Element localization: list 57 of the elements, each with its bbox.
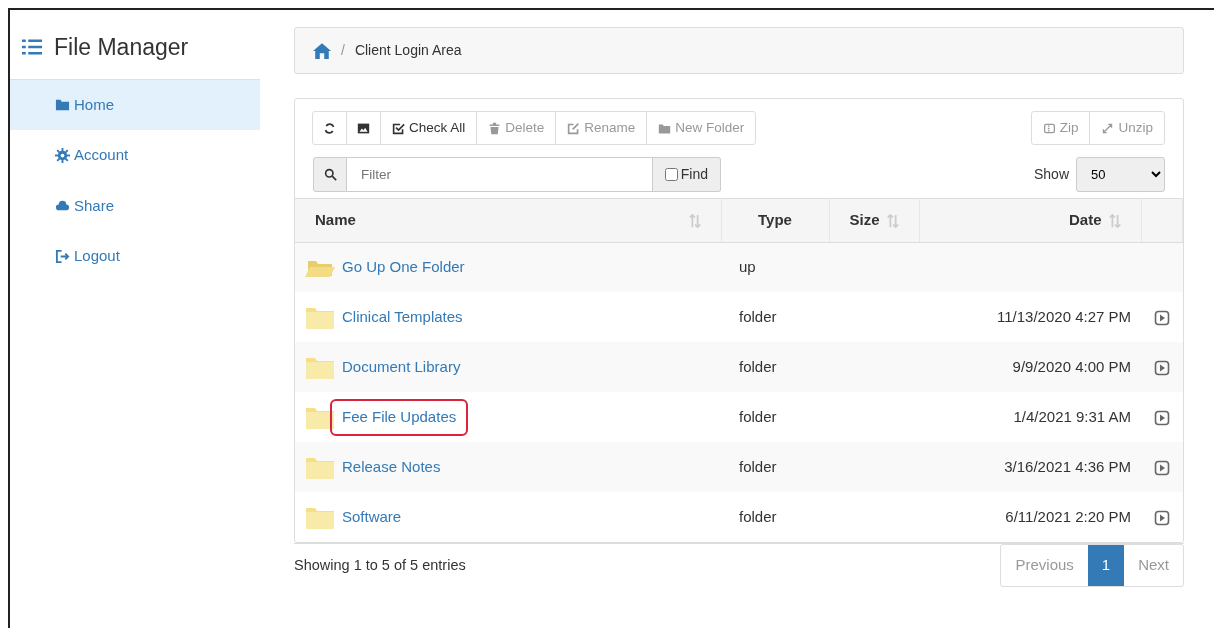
type-cell: folder: [739, 308, 777, 325]
column-header: Type: [758, 210, 792, 231]
toolbar-button[interactable]: Check All: [380, 111, 478, 146]
filter-field[interactable]: Filter: [347, 157, 653, 193]
image-button[interactable]: [346, 111, 381, 146]
folder-link[interactable]: Software: [330, 499, 414, 536]
type-cell: folder: [739, 508, 777, 525]
play-icon[interactable]: [1153, 460, 1170, 477]
menu-icon: [22, 37, 42, 58]
entries-info: Showing 1 to 5 of 5 entries: [294, 555, 466, 575]
refresh-icon: [323, 121, 336, 135]
type-cell: folder: [739, 358, 777, 375]
pagination-link[interactable]: 1: [1087, 545, 1125, 586]
date-cell: 3/16/2021 4:36 PM: [1004, 458, 1131, 475]
folder-icon: [658, 121, 672, 135]
type-cell: folder: [739, 458, 777, 475]
date-cell: 11/13/2020 4:27 PM: [997, 308, 1131, 325]
column-header: Size: [849, 210, 880, 231]
type-cell: up: [739, 258, 756, 276]
archive-icon: [1042, 121, 1056, 135]
logout-icon: [55, 248, 70, 264]
find-label: Find: [680, 165, 708, 185]
image-icon: [357, 121, 370, 135]
column-header: Name: [315, 210, 356, 231]
play-icon[interactable]: [1153, 510, 1170, 527]
play-icon[interactable]: [1153, 360, 1170, 377]
home-icon: [313, 41, 331, 60]
column-header: Date: [1069, 210, 1102, 231]
show-label: Show: [1033, 165, 1069, 185]
sidebar-item[interactable]: Account: [10, 130, 260, 181]
pagination-link[interactable]: Next: [1124, 545, 1183, 586]
checkbox-icon: [392, 121, 405, 135]
play-icon[interactable]: [1153, 410, 1170, 427]
sidebar-item[interactable]: Logout: [10, 231, 260, 282]
folder-link[interactable]: Clinical Templates: [330, 299, 475, 336]
date-cell: 1/4/2021 9:31 AM: [1013, 408, 1131, 425]
pagination-link[interactable]: Previous: [1001, 545, 1088, 586]
play-icon[interactable]: [1153, 310, 1170, 327]
find-checkbox[interactable]: [664, 168, 678, 182]
folder-icon: [55, 97, 70, 113]
edit-icon: [567, 121, 581, 135]
folder-link[interactable]: Fee File Updates: [330, 399, 469, 436]
sidebar-item[interactable]: Home: [10, 79, 260, 130]
breadcrumb-separator: /: [341, 41, 345, 60]
app-title: File Manager: [54, 33, 189, 62]
type-cell: folder: [739, 408, 777, 425]
home-link[interactable]: [313, 41, 331, 60]
date-cell: 9/9/2020 4:00 PM: [1012, 358, 1131, 375]
date-cell: 6/11/2021 2:20 PM: [1005, 508, 1131, 525]
sidebar-item[interactable]: Share: [10, 180, 260, 231]
gear-icon: [55, 147, 70, 163]
expand-icon: [1101, 121, 1115, 135]
page-size-select[interactable]: 50: [1076, 157, 1165, 193]
search-icon: [323, 168, 337, 182]
breadcrumb-item: Client Login Area: [354, 41, 462, 60]
refresh-button[interactable]: [312, 111, 347, 146]
trash-icon: [488, 121, 502, 135]
